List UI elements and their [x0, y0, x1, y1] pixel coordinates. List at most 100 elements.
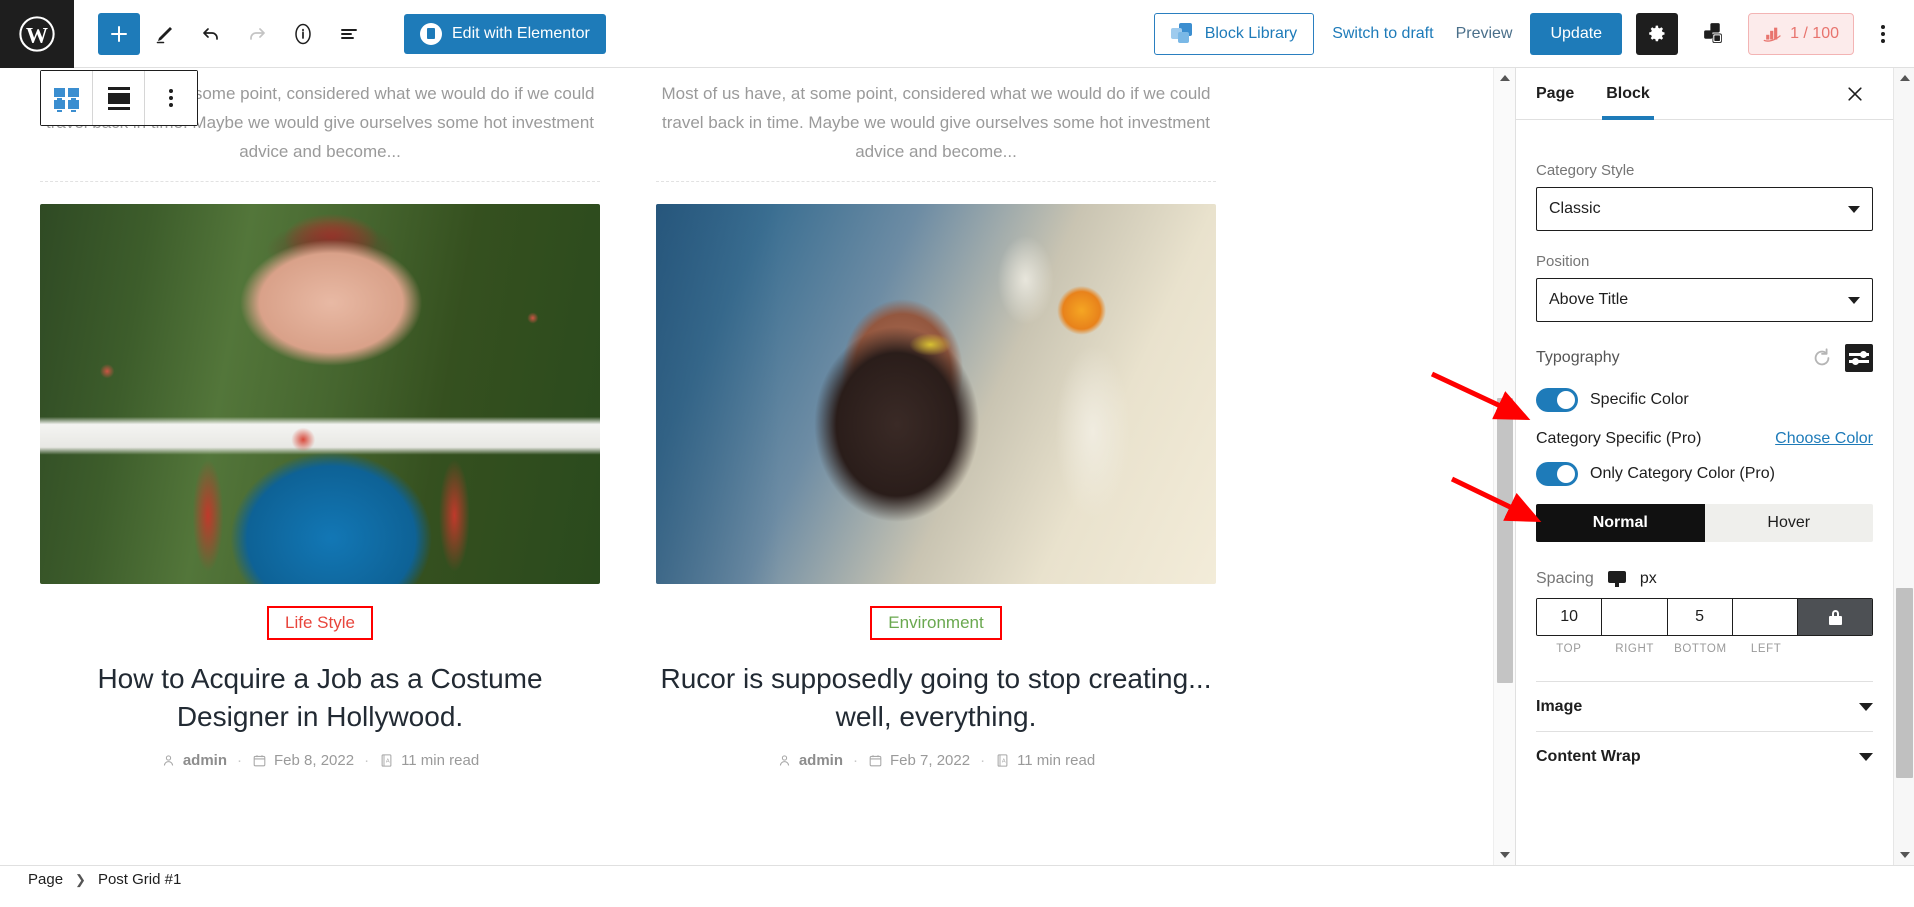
wordpress-logo-button[interactable]: W	[0, 0, 74, 68]
spacing-label-right: RIGHT	[1602, 643, 1668, 655]
switch-to-draft-button[interactable]: Switch to draft	[1328, 19, 1437, 49]
sidebar-scroll-down-button[interactable]	[1894, 845, 1914, 865]
canvas-scroll-up-button[interactable]	[1494, 68, 1516, 88]
more-options-ellipsis-icon	[169, 89, 173, 93]
edit-with-elementor-button[interactable]: Edit with Elementor	[404, 14, 606, 54]
breadcrumb-block[interactable]: Post Grid #1	[98, 871, 181, 888]
specific-color-label: Specific Color	[1590, 391, 1689, 409]
post-author-name: admin	[183, 752, 227, 769]
post-category-badge[interactable]: Life Style	[267, 606, 373, 641]
calendar-icon	[868, 753, 883, 768]
list-view-button[interactable]	[328, 13, 370, 55]
spacing-bottom-input[interactable]: 5	[1668, 599, 1733, 635]
canvas-scroll-down-button[interactable]	[1494, 845, 1516, 865]
post-date: Feb 7, 2022	[868, 752, 970, 769]
post-date: Feb 8, 2022	[252, 752, 354, 769]
spacing-label: Spacing	[1536, 570, 1594, 588]
spacing-unit[interactable]: px	[1640, 570, 1657, 588]
sidebar-tabs: Page Block	[1516, 68, 1893, 120]
spacing-link-lock-button[interactable]	[1798, 599, 1872, 635]
tab-hover[interactable]: Hover	[1705, 504, 1874, 542]
top-bar-left-tools: Edit with Elementor	[74, 13, 606, 55]
triangle-up-icon	[1500, 75, 1510, 81]
read-time-icon: A	[379, 753, 394, 768]
only-category-color-toggle[interactable]	[1536, 462, 1578, 486]
redo-button[interactable]	[236, 13, 278, 55]
settings-button[interactable]	[1636, 13, 1678, 55]
post-date-text: Feb 8, 2022	[274, 752, 354, 769]
excerpt-row: Most of us have, at some point, consider…	[40, 68, 1453, 167]
spacing-right-input[interactable]	[1602, 599, 1667, 635]
triangle-down-icon	[1900, 852, 1910, 858]
breadcrumb-page[interactable]: Page	[28, 871, 63, 888]
block-library-button[interactable]: Block Library	[1154, 13, 1314, 55]
post-category-badge[interactable]: Environment	[870, 606, 1001, 641]
post-cards: Life Style How to Acquire a Job as a Cos…	[40, 204, 1453, 769]
accordion-content-wrap[interactable]: Content Wrap	[1536, 731, 1873, 781]
block-toolbar	[40, 70, 198, 126]
canvas-scrollbar[interactable]	[1493, 68, 1515, 865]
desktop-monitor-icon[interactable]	[1608, 571, 1626, 587]
post-title[interactable]: How to Acquire a Job as a Costume Design…	[40, 660, 600, 736]
block-options-button[interactable]	[145, 71, 197, 125]
block-alignment-button[interactable]	[93, 71, 145, 125]
meta-separator-2: ·	[364, 752, 369, 769]
block-type-button[interactable]	[41, 71, 93, 125]
post-read-time-text: 11 min read	[401, 752, 479, 769]
card-divider-right	[656, 181, 1216, 182]
editor-canvas: Most of us have, at some point, consider…	[0, 68, 1493, 865]
post-card[interactable]: Environment Rucor is supposedly going to…	[656, 204, 1216, 769]
category-specific-label: Category Specific (Pro)	[1536, 430, 1701, 448]
sliders-icon[interactable]	[1845, 344, 1873, 372]
specific-color-row: Specific Color	[1536, 388, 1873, 412]
editor-top-bar: W	[0, 0, 1914, 68]
read-time-icon: A	[995, 753, 1010, 768]
undo-button[interactable]	[190, 13, 232, 55]
canvas-scroll-thumb[interactable]	[1497, 398, 1513, 683]
elementor-logo-icon	[420, 23, 442, 45]
add-block-button[interactable]	[98, 13, 140, 55]
accordion-image[interactable]: Image	[1536, 681, 1873, 731]
details-button[interactable]	[282, 13, 324, 55]
position-select[interactable]: Above Title	[1536, 278, 1873, 322]
seo-score-badge[interactable]: 1 / 100	[1748, 13, 1854, 55]
close-sidebar-button[interactable]	[1837, 76, 1873, 112]
preview-button[interactable]: Preview	[1452, 19, 1517, 49]
sidebar-scroll-thumb[interactable]	[1896, 588, 1913, 778]
sidebar-accordions: Image Content Wrap	[1536, 681, 1873, 781]
block-library-label: Block Library	[1205, 25, 1297, 43]
accordion-image-label: Image	[1536, 698, 1582, 716]
block-inserter-button[interactable]	[1692, 13, 1734, 55]
calendar-icon	[252, 753, 267, 768]
post-grid-block-icon	[54, 88, 79, 109]
post-card[interactable]: Life Style How to Acquire a Job as a Cos…	[40, 204, 600, 769]
divider-row	[40, 181, 1453, 182]
spacing-left-input[interactable]	[1733, 599, 1798, 635]
position-label: Position	[1536, 253, 1873, 270]
post-category-wrap: Environment	[656, 606, 1216, 641]
spacing-top-input[interactable]: 10	[1537, 599, 1602, 635]
post-thumbnail[interactable]	[40, 204, 600, 584]
info-circle-icon	[291, 22, 315, 46]
category-style-select[interactable]: Classic	[1536, 187, 1873, 231]
update-button[interactable]: Update	[1530, 13, 1622, 55]
post-meta: admin · Feb 7, 2022 ·	[656, 752, 1216, 769]
tab-page[interactable]: Page	[1536, 68, 1590, 120]
edit-tools-button[interactable]	[144, 13, 186, 55]
tab-normal[interactable]: Normal	[1536, 504, 1705, 542]
tab-block[interactable]: Block	[1590, 68, 1666, 120]
post-read-time: A 11 min read	[379, 752, 479, 769]
choose-color-link[interactable]: Choose Color	[1775, 430, 1873, 448]
sidebar-scroll-up-button[interactable]	[1894, 68, 1914, 88]
specific-color-toggle[interactable]	[1536, 388, 1578, 412]
post-thumbnail[interactable]	[656, 204, 1216, 584]
post-author: admin	[161, 752, 227, 769]
chevron-down-icon	[1859, 703, 1873, 711]
more-options-button[interactable]	[1868, 13, 1898, 55]
spacing-field-labels: TOP RIGHT BOTTOM LEFT	[1536, 643, 1873, 655]
post-title[interactable]: Rucor is supposedly going to stop creati…	[656, 660, 1216, 736]
breadcrumb-bar: Page ❯ Post Grid #1	[0, 865, 1914, 893]
reset-circular-arrow-icon[interactable]	[1811, 347, 1833, 369]
sidebar-scrollbar[interactable]	[1893, 68, 1914, 865]
gear-icon	[1647, 23, 1668, 44]
